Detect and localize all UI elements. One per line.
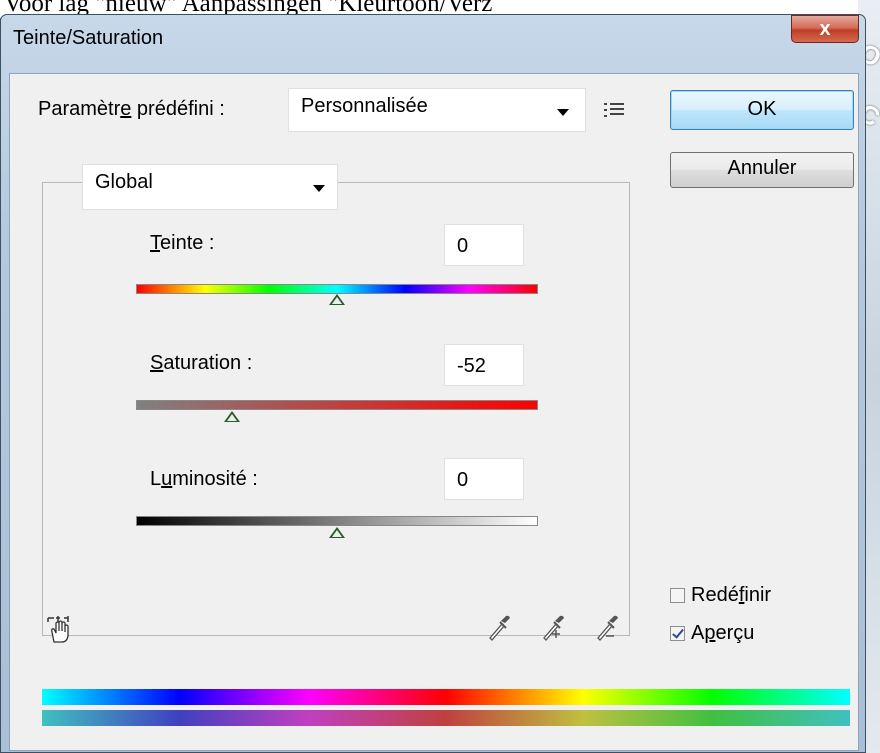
lightness-label: Luminosité : <box>150 468 258 490</box>
hue-saturation-dialog: Teinte/Saturation x Paramètre prédéfini … <box>0 14 866 753</box>
eyedropper-minus-icon[interactable] <box>592 612 622 642</box>
eyedropper-plus-icon[interactable] <box>538 612 568 642</box>
output-color-spectrum <box>42 710 850 726</box>
colorize-label: Redéfinir <box>691 584 772 606</box>
lightness-input[interactable]: 0 <box>444 458 524 500</box>
colorize-checkbox[interactable] <box>670 588 685 603</box>
dialog-client-area: Paramètre prédéfini : Personnalisée OK A… <box>9 73 859 751</box>
close-button[interactable]: x <box>791 15 859 43</box>
saturation-slider-thumb[interactable] <box>224 411 241 422</box>
list-options-icon[interactable] <box>604 100 628 120</box>
lightness-slider-thumb[interactable] <box>329 527 345 538</box>
window-title: Teinte/Saturation <box>13 27 164 49</box>
eyedropper-icon[interactable] <box>484 612 514 642</box>
chevron-down-icon <box>557 109 569 116</box>
preview-label: Aperçu <box>691 622 755 644</box>
colorize-option[interactable]: Redéfinir <box>670 584 771 607</box>
ok-button[interactable]: OK <box>670 90 854 130</box>
hue-slider-thumb[interactable] <box>329 294 345 305</box>
preview-checkbox[interactable] <box>670 626 685 641</box>
hue-input[interactable]: 0 <box>444 224 524 266</box>
chevron-down-icon <box>313 185 325 192</box>
channel-dropdown-value: Global <box>95 171 153 193</box>
preset-label: Paramètre prédéfini : <box>38 98 225 120</box>
preview-option[interactable]: Aperçu <box>670 622 754 645</box>
saturation-label: Saturation : <box>150 352 253 374</box>
saturation-slider-track[interactable] <box>136 400 538 410</box>
close-icon: x <box>819 18 831 40</box>
channel-dropdown[interactable]: Global <box>82 164 338 210</box>
saturation-input[interactable]: -52 <box>444 344 524 386</box>
preset-dropdown-value: Personnalisée <box>301 95 428 117</box>
hue-label: Teinte : <box>150 232 215 254</box>
hand-adjust-icon[interactable] <box>44 614 76 644</box>
input-color-spectrum <box>42 689 850 705</box>
lightness-slider-track[interactable] <box>136 516 538 526</box>
hue-slider-track[interactable] <box>136 284 538 294</box>
preset-dropdown[interactable]: Personnalisée <box>288 88 586 132</box>
cancel-button[interactable]: Annuler <box>670 152 854 188</box>
